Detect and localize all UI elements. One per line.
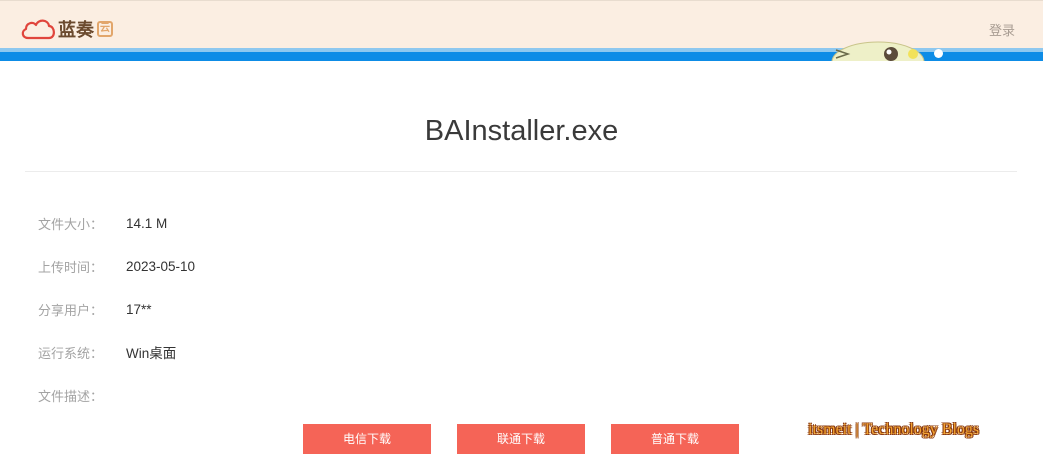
login-link[interactable]: 登录 — [989, 20, 1015, 39]
info-row-os: 运行系统： Win桌面 — [38, 342, 176, 362]
telecom-download-button[interactable]: 电信下载 — [303, 424, 431, 454]
info-row-description: 文件描述： — [38, 385, 126, 405]
info-value: 17** — [126, 301, 152, 317]
unicom-download-button[interactable]: 联通下载 — [457, 424, 585, 454]
info-row-size: 文件大小： 14.1 M — [38, 213, 167, 233]
logo-text: 蓝奏 — [58, 20, 94, 41]
info-label: 运行系统： — [38, 346, 104, 362]
info-row-share-user: 分享用户： 17** — [38, 299, 152, 319]
info-label: 上传时间： — [38, 260, 104, 276]
info-label: 文件描述： — [38, 389, 104, 405]
info-label: 文件大小： — [38, 217, 104, 233]
title-divider — [25, 171, 1017, 172]
info-row-upload-time: 上传时间： 2023-05-10 — [38, 256, 195, 276]
watermark-text: itsmeit | Technology Blogs — [808, 421, 980, 438]
info-label: 分享用户： — [38, 303, 104, 319]
logo-badge: 云 — [97, 21, 113, 37]
mascot-dot — [934, 49, 943, 58]
cloud-logo-icon — [21, 19, 55, 40]
file-name-title: BAInstaller.exe — [424, 115, 619, 147]
info-value: 2023-05-10 — [126, 258, 196, 274]
info-value: 14.1 M — [126, 215, 168, 231]
normal-download-button[interactable]: 普通下载 — [611, 424, 739, 454]
info-value: Win桌面 — [126, 346, 177, 361]
site-logo[interactable]: 蓝奏 云 — [19, 16, 113, 42]
